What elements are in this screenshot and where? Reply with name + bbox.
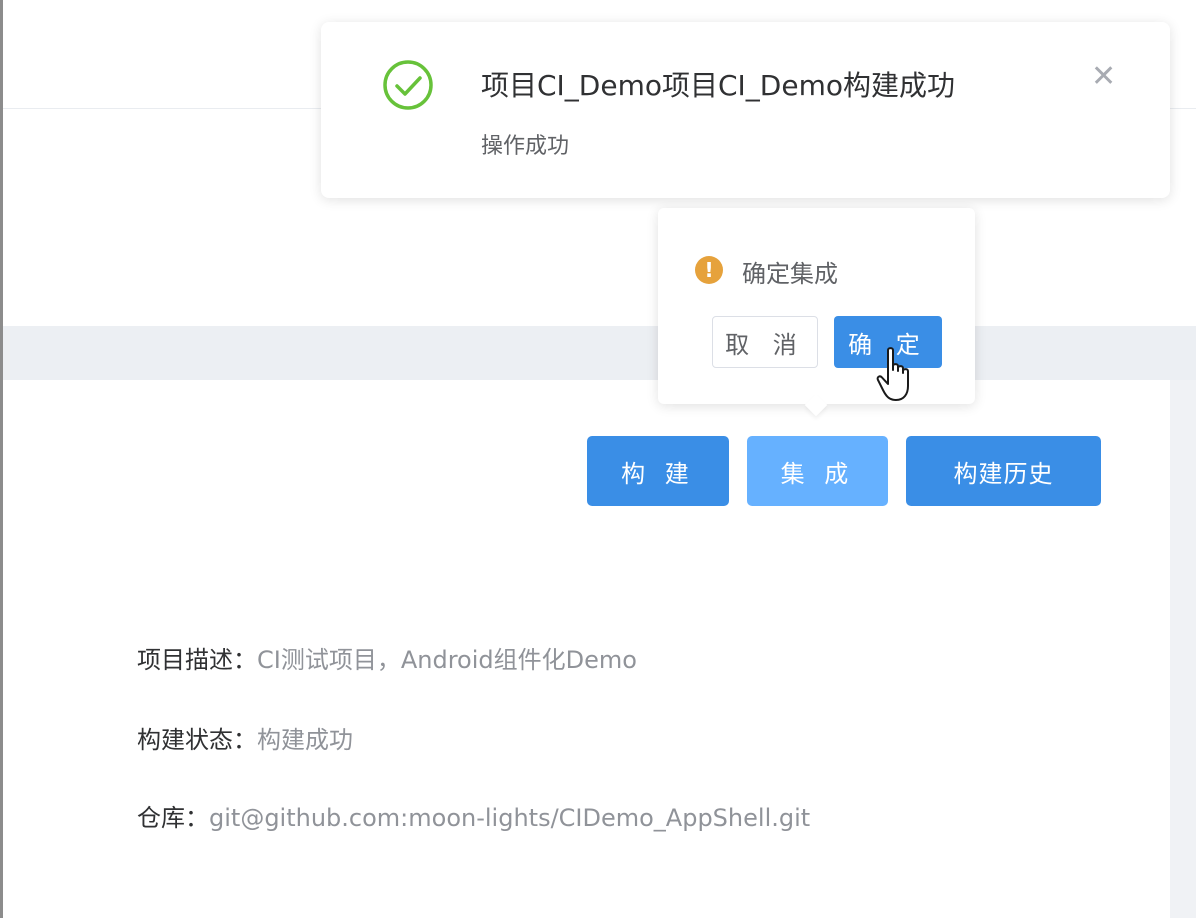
build-status-label: 构建状态： — [137, 726, 257, 754]
build-button[interactable]: 构 建 — [587, 436, 729, 506]
build-status-value: 构建成功 — [257, 726, 353, 754]
hand-cursor-icon — [876, 347, 909, 401]
repository-value: git@github.com:moon-lights/CIDemo_AppShe… — [209, 804, 811, 832]
warning-icon: ! — [695, 256, 723, 284]
build-history-button[interactable]: 构建历史 — [906, 436, 1101, 506]
repository-label: 仓库： — [137, 804, 209, 832]
project-description-label: 项目描述： — [137, 646, 257, 674]
content-gap — [3, 326, 1196, 380]
repository-row: 仓库：git@github.com:moon-lights/CIDemo_App… — [137, 798, 810, 833]
success-check-icon — [383, 60, 433, 110]
project-description-row: 项目描述：CI测试项目，Android组件化Demo — [137, 640, 637, 675]
integrate-popconfirm: ! 确定集成 取 消 确 定 — [658, 208, 975, 404]
build-status-row: 构建状态：构建成功 — [137, 720, 353, 755]
cancel-button[interactable]: 取 消 — [712, 316, 818, 368]
close-icon[interactable]: ✕ — [1091, 62, 1116, 92]
project-description-value: CI测试项目，Android组件化Demo — [257, 646, 637, 674]
integrate-button[interactable]: 集 成 — [747, 436, 888, 506]
notification-message: 操作成功 — [481, 134, 570, 159]
notification-title: 项目CI_Demo项目CI_Demo构建成功 — [481, 69, 956, 102]
success-notification: 项目CI_Demo项目CI_Demo构建成功 操作成功 ✕ — [321, 22, 1170, 198]
popconfirm-message: 确定集成 — [742, 260, 838, 288]
